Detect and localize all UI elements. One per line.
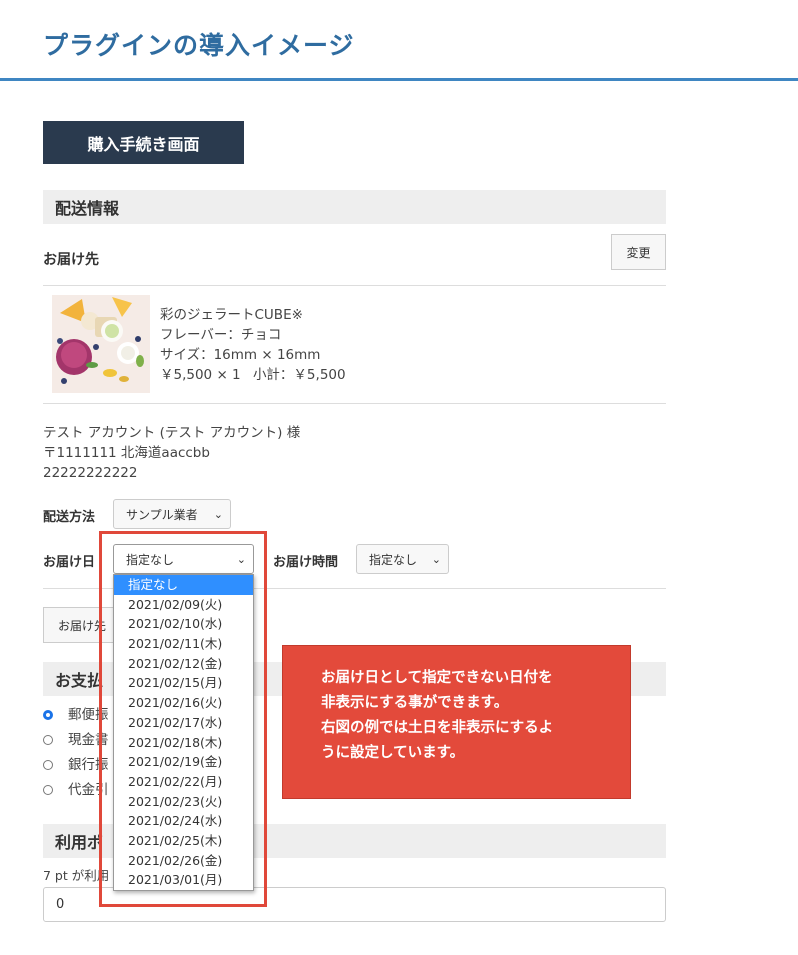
shipping-section-header: 配送情報 — [43, 190, 666, 224]
divider — [43, 403, 666, 404]
address-phone: 22222222222 — [43, 465, 138, 481]
points-input-value: 0 — [56, 897, 65, 912]
address-postal: 〒1111111 北海道aaccbb — [43, 445, 210, 461]
change-destination-button[interactable]: 変更 — [611, 234, 666, 270]
payment-radio-cash[interactable] — [43, 735, 53, 745]
highlight-frame — [99, 531, 267, 907]
product-subtotal: 小計：￥5,500 — [252, 367, 346, 383]
checkout-screen-button[interactable]: 購入手続き画面 — [43, 121, 244, 164]
chevron-down-icon: ⌄ — [431, 553, 441, 566]
payment-radio-postal[interactable] — [43, 710, 53, 720]
payment-section-title: お支払 — [55, 671, 104, 690]
callout-line: うに設定しています。 — [321, 745, 465, 761]
shipping-section-title: 配送情報 — [55, 199, 120, 218]
title-divider — [0, 78, 798, 81]
product-size: サイズ：16mm × 16mm — [160, 347, 321, 363]
delivery-time-value: 指定なし — [369, 552, 418, 567]
callout-line: 非表示にする事ができます。 — [321, 695, 509, 711]
product-name: 彩のジェラートCUBE※ — [160, 307, 303, 323]
product-price-row: ￥5,500 × 1 小計：￥5,500 — [160, 365, 346, 385]
shipping-method-label: 配送方法 — [43, 510, 96, 525]
payment-radio-bank[interactable] — [43, 760, 53, 770]
page-title: プラグインの導入イメージ — [43, 31, 355, 60]
points-section-title: 利用ポ — [55, 833, 104, 852]
callout-line: 右図の例では土日を非表示にするよ — [321, 720, 554, 736]
chevron-down-icon: ⌄ — [213, 508, 223, 521]
callout-line: お届け日として指定できない日付を — [321, 670, 553, 686]
product-flavor: フレーバー：チョコ — [160, 327, 282, 343]
address-name: テスト アカウント (テスト アカウント) 様 — [43, 425, 301, 441]
product-price: ￥5,500 × 1 — [160, 367, 241, 383]
destination-label: お届け先 — [43, 252, 99, 268]
divider — [43, 285, 666, 286]
delivery-time-select[interactable]: 指定なし ⌄ — [356, 544, 449, 574]
delivery-date-label: お届け日 — [43, 555, 96, 570]
shipping-method-select[interactable]: サンプル業者 ⌄ — [113, 499, 231, 529]
explanation-callout: お届け日として指定できない日付を 非表示にする事ができます。 右図の例では土日を… — [282, 645, 631, 799]
shipping-method-value: サンプル業者 — [126, 507, 198, 522]
payment-radio-cod[interactable] — [43, 785, 53, 795]
delivery-time-label: お届け時間 — [273, 555, 339, 570]
product-image — [52, 295, 150, 393]
